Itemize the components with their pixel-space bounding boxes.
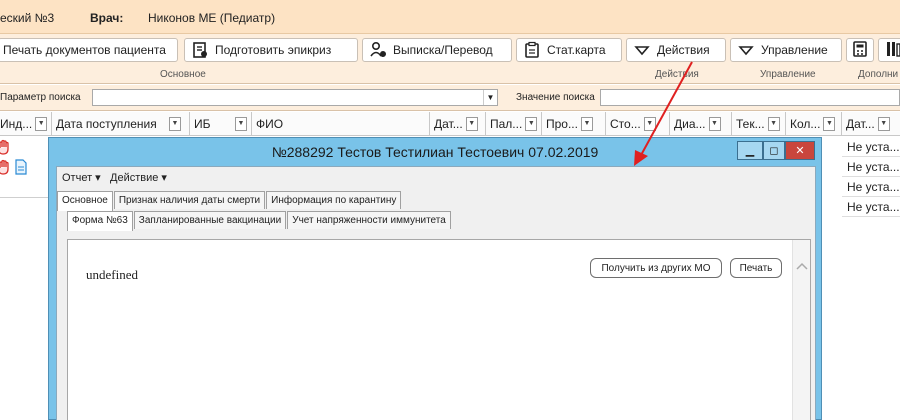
annotation-arrow (634, 61, 693, 166)
